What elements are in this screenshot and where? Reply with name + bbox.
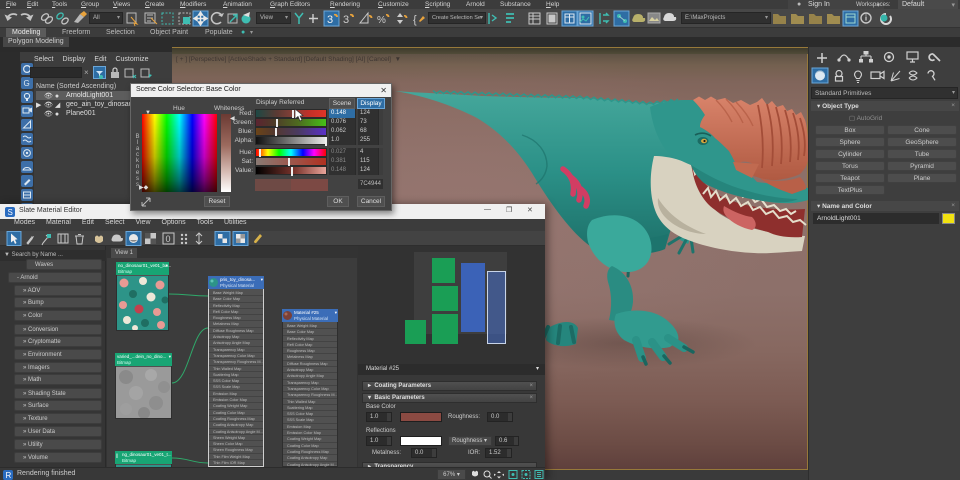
- svg-text:3: 3: [327, 14, 333, 26]
- svg-text:G: G: [24, 79, 30, 88]
- svg-text:0: 0: [166, 234, 171, 244]
- svg-text:R: R: [6, 471, 12, 480]
- svg-text:%: %: [377, 15, 386, 26]
- svg-text:3: 3: [343, 14, 349, 26]
- svg-text:{: {: [413, 14, 417, 26]
- svg-text:S: S: [8, 208, 13, 217]
